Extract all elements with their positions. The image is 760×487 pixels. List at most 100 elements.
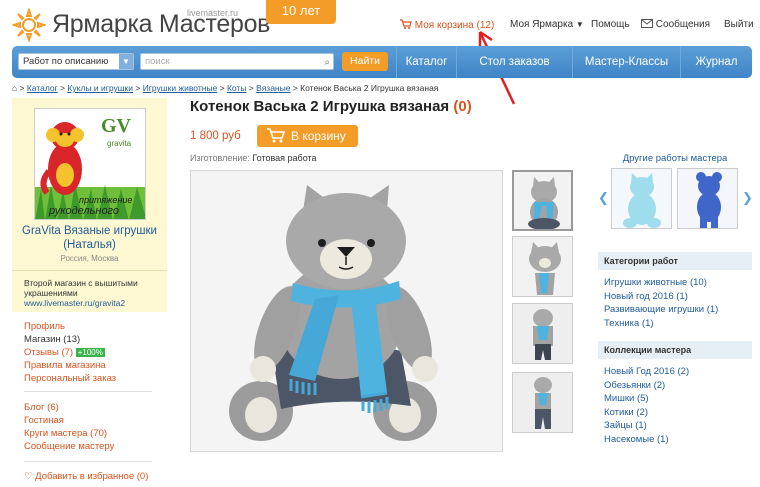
menu-living-room[interactable]: Гостиная: [24, 414, 114, 427]
breadcrumb-item[interactable]: Куклы и игрушки: [67, 83, 133, 93]
breadcrumb-item[interactable]: Игрушки животные: [143, 83, 218, 93]
menu-profile[interactable]: Профиль: [24, 320, 116, 333]
breadcrumb-item[interactable]: Вязаные: [256, 83, 290, 93]
other-work-image: [612, 169, 671, 228]
search-nav-bar: Работ по описанию ▼ поиск ⌕ Найти Катало…: [12, 46, 752, 78]
avatar-brand: GV: [101, 115, 131, 137]
production-label: Изготовление:: [190, 153, 250, 163]
thumbnail-3[interactable]: [512, 303, 573, 364]
my-fair-menu[interactable]: Моя Ярмарка ▼: [510, 19, 584, 30]
breadcrumb: ⌂ > Каталог > Куклы и игрушки > Игрушки …: [12, 83, 439, 93]
menu-shop-rules[interactable]: Правила магазина: [24, 359, 116, 372]
breadcrumb-item[interactable]: Коты: [227, 83, 247, 93]
chevron-left-icon[interactable]: ❮: [598, 190, 609, 206]
search-mode-value: Работ по описанию: [23, 56, 109, 67]
envelope-icon: [641, 19, 653, 28]
other-works-title[interactable]: Другие работы мастера: [598, 153, 752, 164]
collections-list: Новый Год 2016 (2) Обезьянки (2) Мишки (…: [604, 365, 689, 446]
product-title: Котенок Васька 2 Игрушка вязаная: [190, 98, 450, 115]
shop-avatar[interactable]: GV gravita притяжение рукодельного: [34, 108, 146, 220]
logout-link[interactable]: Выйти: [724, 19, 754, 30]
second-shop-url[interactable]: www.livemaster.ru/gravita2: [24, 298, 160, 308]
thumbnail-image: [513, 237, 572, 296]
collection-link[interactable]: Насекомые (1): [604, 433, 689, 447]
avatar-caption: притяжение: [79, 195, 133, 205]
messages-link[interactable]: Сообщения: [641, 19, 710, 30]
add-to-cart-label: В корзину: [291, 129, 346, 143]
divider: [24, 461, 152, 462]
shop-card: GV gravita притяжение рукодельного GraVi…: [12, 98, 167, 312]
collections-header: Коллекции мастера: [598, 341, 752, 359]
categories-list: Игрушки животные (10) Новый год 2016 (1)…: [604, 276, 718, 330]
second-shop-info: Второй магазин с вышитыми украшениями ww…: [24, 278, 160, 308]
menu-reviews[interactable]: Отзывы (7): [24, 347, 73, 358]
search-placeholder: поиск: [145, 56, 170, 67]
other-work-2[interactable]: [677, 168, 738, 229]
chevron-down-icon: ▼: [119, 54, 133, 69]
thumbnail-2[interactable]: [512, 236, 573, 297]
rating-badge: +100%: [75, 348, 105, 357]
shop-menu: Профиль Магазин (13) Отзывы (7) +100% Пр…: [24, 320, 116, 385]
product-main-photo[interactable]: [190, 170, 503, 452]
menu-reviews-row: Отзывы (7) +100%: [24, 346, 116, 359]
breadcrumb-current: Котенок Васька 2 Игрушка вязаная: [300, 83, 439, 93]
cart-icon: [267, 128, 285, 143]
knitted-cat-image: [191, 171, 502, 451]
menu-message-master[interactable]: Сообщение мастеру: [24, 440, 114, 453]
menu-blog[interactable]: Блог (6): [24, 401, 114, 414]
nav-master-classes[interactable]: Мастер-Классы: [572, 46, 680, 78]
collection-link[interactable]: Обезьянки (2): [604, 379, 689, 393]
collection-link[interactable]: Новый Год 2016 (2): [604, 365, 689, 379]
collection-link[interactable]: Мишки (5): [604, 392, 689, 406]
category-link[interactable]: Развивающие игрушки (1): [604, 303, 718, 317]
add-favorite-link[interactable]: ♡ Добавить в избранное (0): [24, 470, 148, 483]
production-value: Готовая работа: [252, 153, 317, 163]
shop-city: Россия, Москва: [60, 254, 119, 263]
category-link[interactable]: Новый год 2016 (1): [604, 290, 718, 304]
messages-label: Сообщения: [655, 19, 711, 30]
category-link[interactable]: Игрушки животные (10): [604, 276, 718, 290]
search-mode-select[interactable]: Работ по описанию ▼: [18, 53, 134, 70]
nav-orders-table[interactable]: Стол заказов: [456, 46, 572, 78]
chevron-right-icon[interactable]: ❯: [742, 190, 753, 206]
product-title-row: Котенок Васька 2 Игрушка вязаная (0): [190, 98, 472, 115]
collection-link[interactable]: Зайцы (1): [604, 419, 689, 433]
logo-subtitle: livemaster.ru: [187, 8, 239, 18]
second-shop-text: Второй магазин с вышитыми украшениями: [24, 278, 138, 298]
shop-menu-secondary: Блог (6) Гостиная Круги мастера (70) Соо…: [24, 401, 114, 453]
avatar-brand-sub: gravita: [107, 139, 132, 148]
shop-name[interactable]: GraVita Вязаные игрушки (Наталья): [12, 224, 167, 252]
help-link[interactable]: Помощь: [591, 19, 630, 30]
cart-icon: [400, 19, 412, 29]
category-link[interactable]: Техника (1): [604, 317, 718, 331]
nav-journal[interactable]: Журнал: [680, 46, 752, 78]
thumbnail-4[interactable]: [512, 372, 573, 433]
chevron-down-icon: ▼: [575, 20, 584, 29]
thumbnail-image: [513, 373, 572, 432]
search-input[interactable]: поиск ⌕: [140, 53, 334, 70]
breadcrumb-item[interactable]: Каталог: [27, 83, 58, 93]
thumbnail-image: [513, 304, 572, 363]
menu-shop[interactable]: Магазин (13): [24, 333, 116, 346]
other-work-image: [678, 169, 737, 228]
divider: [24, 391, 152, 392]
categories-header: Категории работ: [598, 252, 752, 270]
menu-personal-order[interactable]: Персональный заказ: [24, 372, 116, 385]
anniversary-badge[interactable]: 10 лет: [266, 0, 336, 24]
product-price: 1 800 руб: [190, 130, 241, 142]
divider: [12, 270, 167, 271]
thumbnail-1[interactable]: [512, 170, 573, 231]
nav-catalog[interactable]: Каталог: [396, 46, 456, 78]
collection-link[interactable]: Котики (2): [604, 406, 689, 420]
thumbnail-image: [514, 172, 571, 229]
production-type: Изготовление: Готовая работа: [190, 153, 317, 163]
favorites-count: (0): [453, 98, 472, 115]
avatar-caption: рукодельного: [49, 205, 119, 217]
logo-sun-icon[interactable]: [12, 8, 46, 42]
search-button[interactable]: Найти: [342, 52, 388, 71]
home-icon[interactable]: ⌂: [12, 83, 17, 93]
menu-master-circles[interactable]: Круги мастера (70): [24, 427, 114, 440]
search-icon[interactable]: ⌕: [324, 55, 330, 70]
add-to-cart-button[interactable]: В корзину: [257, 125, 358, 147]
other-work-1[interactable]: [611, 168, 672, 229]
